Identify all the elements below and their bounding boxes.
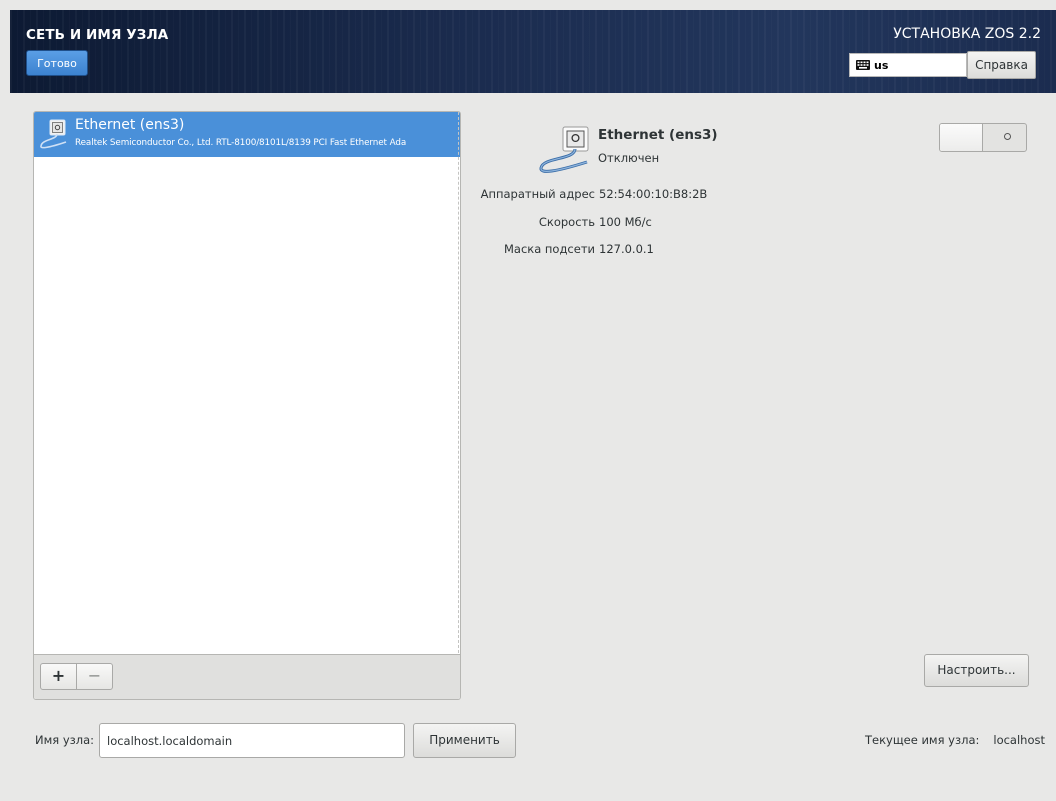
device-name: Ethernet (ens3) xyxy=(598,127,718,143)
hostname-label: Имя узла: xyxy=(35,733,95,747)
configure-button[interactable]: Настроить... xyxy=(924,654,1029,687)
keyboard-icon xyxy=(856,60,870,70)
speed-label: Скорость xyxy=(538,215,595,229)
hardware-address-label: Аппаратный адрес xyxy=(480,187,595,201)
device-status: Отключен xyxy=(598,151,660,165)
keyboard-layout-label: us xyxy=(874,59,889,72)
device-power-switch[interactable] xyxy=(939,123,1027,152)
keyboard-layout-indicator[interactable]: us xyxy=(849,53,967,77)
current-hostname: Текущее имя узла: localhost xyxy=(865,733,1045,747)
current-hostname-value: localhost xyxy=(993,733,1045,747)
remove-device-button[interactable]: − xyxy=(76,663,113,690)
ethernet-cable-icon xyxy=(40,119,67,149)
switch-knob xyxy=(940,124,983,151)
device-list-item-name: Ethernet (ens3) xyxy=(75,117,185,133)
help-button[interactable]: Справка xyxy=(967,51,1036,79)
header-bar: СЕТЬ И ИМЯ УЗЛА Готово УСТАНОВКА ZOS 2.2… xyxy=(10,10,1056,93)
product-title: УСТАНОВКА ZOS 2.2 xyxy=(893,26,1041,42)
subnet-mask-label: Маска подсети xyxy=(503,242,595,256)
device-list-toolbar: + − xyxy=(34,654,460,699)
add-device-button[interactable]: + xyxy=(40,663,77,690)
page-title: СЕТЬ И ИМЯ УЗЛА xyxy=(26,27,169,43)
apply-hostname-button[interactable]: Применить xyxy=(413,723,516,758)
device-list-item-ens3[interactable]: Ethernet (ens3) Realtek Semiconductor Co… xyxy=(34,112,460,157)
ethernet-cable-icon xyxy=(539,126,589,173)
current-hostname-label: Текущее имя узла: xyxy=(864,733,980,747)
device-list-item-description: Realtek Semiconductor Co., Ltd. RTL-8100… xyxy=(75,138,407,148)
network-device-list: Ethernet (ens3) Realtek Semiconductor Co… xyxy=(33,111,461,700)
switch-off-icon xyxy=(1004,133,1011,140)
subnet-mask-value: 127.0.0.1 xyxy=(599,242,654,256)
hostname-input[interactable] xyxy=(99,723,405,758)
speed-value: 100 Мб/с xyxy=(599,215,652,229)
done-button[interactable]: Готово xyxy=(26,50,88,76)
hardware-address-value: 52:54:00:10:B8:2B xyxy=(599,187,708,201)
